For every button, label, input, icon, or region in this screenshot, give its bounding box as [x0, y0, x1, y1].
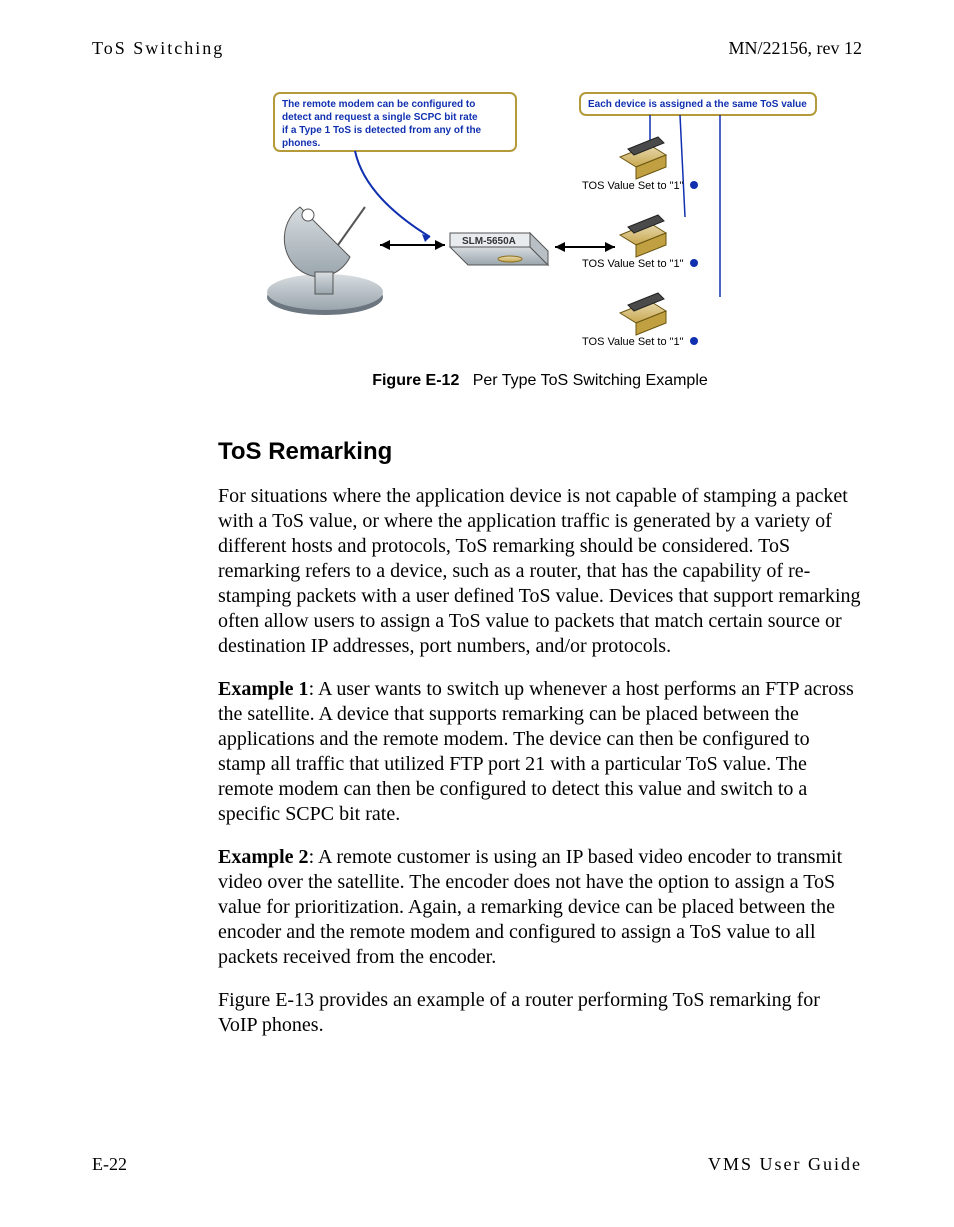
para-example1: Example 1: A user wants to switch up whe… [218, 677, 862, 827]
tos-label-3: TOS Value Set to "1" [582, 336, 684, 348]
figure-caption: Figure E-12 Per Type ToS Switching Examp… [218, 372, 862, 390]
phone-icon [620, 137, 666, 179]
callout-right: Each device is assigned a the same ToS v… [588, 99, 807, 110]
footer-page: E-22 [92, 1154, 127, 1175]
tos-label-2: TOS Value Set to "1" [582, 258, 684, 270]
callout-left-line3: if a Type 1 ToS is detected from any of … [282, 125, 482, 136]
callout-left-line1: The remote modem can be configured to [282, 99, 475, 110]
para-figref: Figure E-13 provides an example of a rou… [218, 988, 862, 1038]
para-example2: Example 2: A remote customer is using an… [218, 845, 862, 970]
modem-label: SLM-5650A [462, 236, 516, 247]
tos-label-1: TOS Value Set to "1" [582, 180, 684, 192]
header-docid: MN/22156, rev 12 [729, 38, 863, 59]
callout-left-line2: detect and request a single SCPC bit rat… [282, 112, 478, 123]
figure-e12: The remote modem can be configured to de… [218, 87, 862, 362]
header-section: ToS Switching [92, 38, 224, 59]
phone-icon [620, 293, 666, 335]
footer-guide: VMS User Guide [708, 1154, 862, 1175]
heading-tos-remarking: ToS Remarking [218, 438, 862, 466]
para-intro: For situations where the application dev… [218, 484, 862, 659]
callout-left-line4: phones. [282, 138, 321, 149]
phone-icon [620, 215, 666, 257]
